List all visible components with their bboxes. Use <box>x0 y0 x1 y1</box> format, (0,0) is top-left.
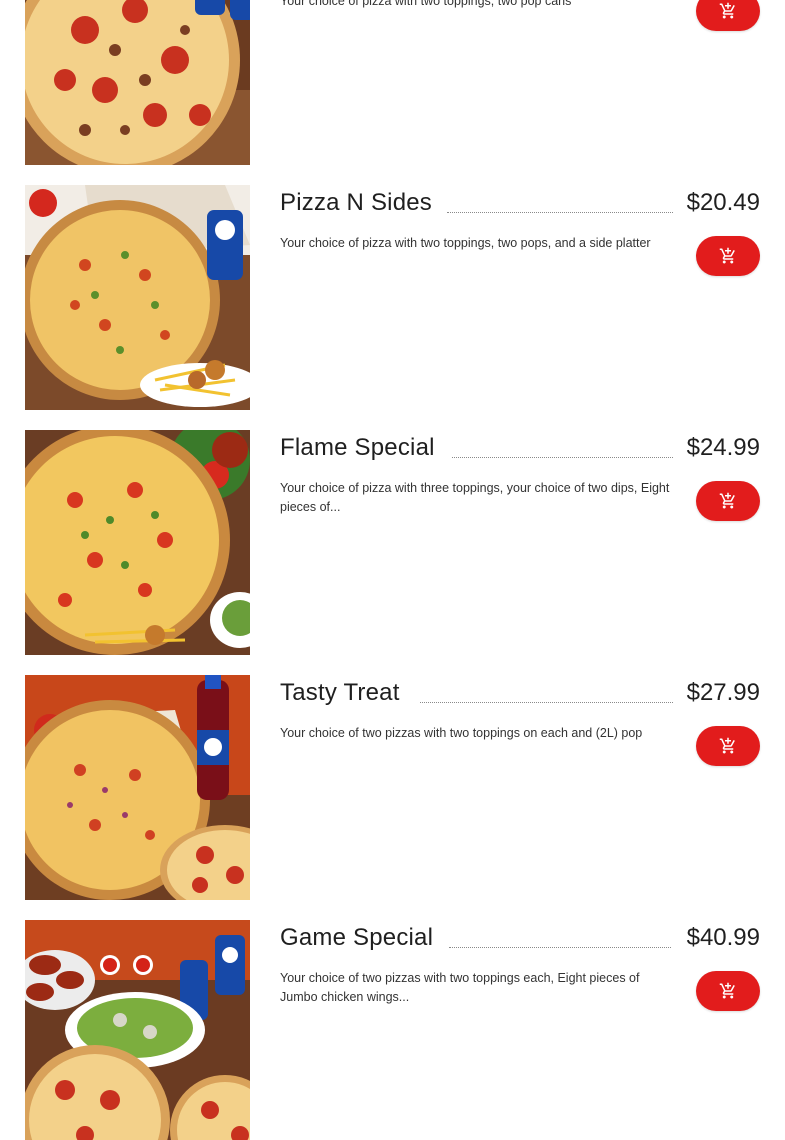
menu-item-image[interactable] <box>25 0 250 165</box>
add-to-cart-button[interactable] <box>696 726 760 766</box>
menu-item-price: $27.99 <box>686 679 760 706</box>
menu-item: Flame Special $24.99 Your choice of pizz… <box>25 430 760 655</box>
menu-item-image[interactable] <box>25 675 250 900</box>
add-to-cart-button[interactable] <box>696 236 760 276</box>
add-to-cart-button[interactable] <box>696 0 760 31</box>
menu-item-description: Your choice of two pizzas with two toppi… <box>280 726 643 740</box>
add-to-cart-icon <box>719 247 735 264</box>
menu-item-description: Your choice of two pizzas with two toppi… <box>280 971 640 1004</box>
menu-item-image[interactable] <box>25 920 250 1140</box>
menu-item-image[interactable] <box>25 430 250 655</box>
add-to-cart-button[interactable] <box>696 481 760 521</box>
menu-item-name: Game Special <box>280 924 434 951</box>
menu-item-price: $24.99 <box>686 434 760 461</box>
menu-item-name: Pizza N Sides <box>280 189 432 216</box>
add-to-cart-icon <box>719 982 735 999</box>
menu-item-description: Your choice of pizza with three toppings… <box>280 481 670 514</box>
menu-item-name: Tasty Treat <box>280 679 400 706</box>
menu-item-price: $40.99 <box>686 924 760 951</box>
menu-item: Pizza N Sides $20.49 Your choice of pizz… <box>25 185 760 410</box>
add-to-cart-button[interactable] <box>696 971 760 1011</box>
dotted-leader <box>449 947 671 948</box>
menu-item: Game Special $40.99 Your choice of two p… <box>25 920 760 1140</box>
add-to-cart-icon <box>719 737 735 754</box>
menu-item-description: Your choice of pizza with two toppings, … <box>280 0 572 8</box>
dotted-leader <box>447 212 673 213</box>
menu-list: Your choice of pizza with two toppings, … <box>0 0 785 1140</box>
menu-item: Your choice of pizza with two toppings, … <box>25 0 760 165</box>
add-to-cart-icon <box>719 492 735 509</box>
menu-item-price: $20.49 <box>686 189 760 216</box>
dotted-leader <box>452 457 673 458</box>
menu-item-name: Flame Special <box>280 434 435 461</box>
menu-item: Tasty Treat $27.99 Your choice of two pi… <box>25 675 760 900</box>
menu-item-image[interactable] <box>25 185 250 410</box>
menu-item-description: Your choice of pizza with two toppings, … <box>280 236 651 250</box>
dotted-leader <box>420 702 673 703</box>
add-to-cart-icon <box>719 2 735 19</box>
